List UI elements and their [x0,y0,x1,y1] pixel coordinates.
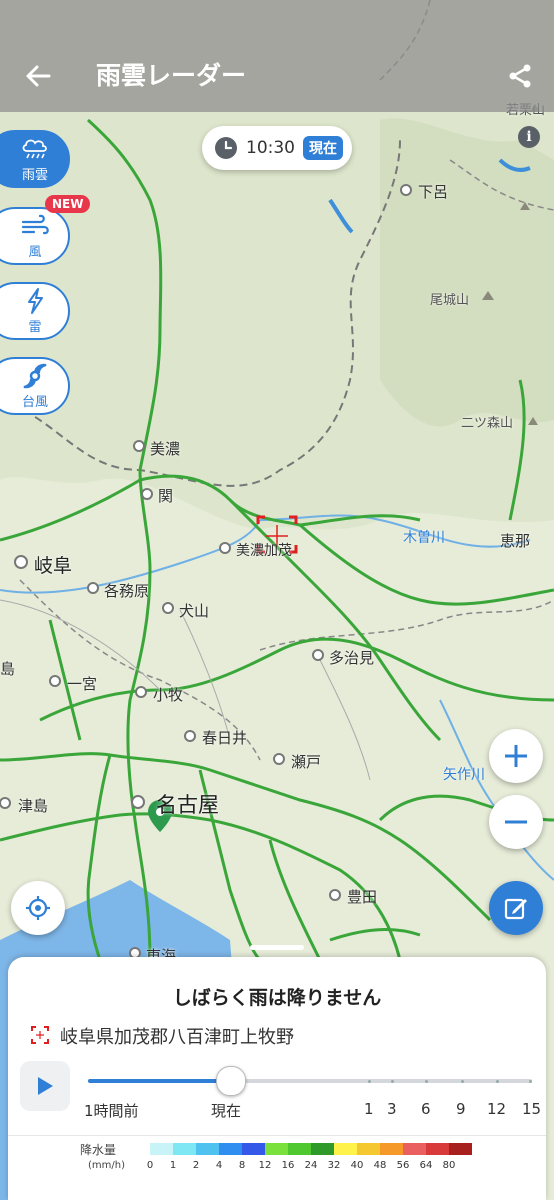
timeline-tick [368,1080,371,1083]
clock-icon [215,137,237,159]
legend-swatch [449,1143,472,1155]
layer-rain-button[interactable]: 雨雲 [0,130,70,188]
rain-cloud-icon [22,139,47,159]
play-button[interactable] [20,1061,70,1111]
legend-unit: (mm/h) [88,1160,125,1171]
legend-swatch [288,1143,311,1155]
legend-value: 0 [146,1160,154,1171]
current-location-button[interactable] [11,881,65,935]
legend-swatch [426,1143,449,1155]
timeline-label: 3 [387,1100,397,1118]
layer-lightning-label: 雷 [28,320,42,335]
sheet-drag-handle[interactable] [250,945,304,950]
legend-swatch [173,1143,196,1155]
timeline-label: 1 [364,1100,374,1118]
now-badge: 現在 [303,136,343,160]
timeline-label: 12 [487,1100,507,1118]
timeline-progress [88,1079,230,1083]
layer-rain-label: 雨雲 [21,168,48,183]
page-title: 雨雲レーダー [96,61,247,90]
info-button[interactable]: i [518,126,540,148]
share-icon [509,64,531,88]
edit-icon [504,898,527,920]
legend-values: 0 1 2 4 8 12 16 24 32 40 48 56 64 80 [138,1160,478,1174]
lightning-icon [28,288,43,314]
legend-swatch [334,1143,357,1155]
legend-value: 64 [419,1160,433,1171]
timeline-label: 6 [421,1100,431,1118]
precipitation-legend [150,1143,472,1155]
new-badge: NEW [45,195,91,213]
legend-value: 16 [281,1160,295,1171]
legend-value: 48 [373,1160,387,1171]
layer-lightning-button[interactable]: 雷 [0,282,70,340]
legend-value: 24 [304,1160,318,1171]
legend-value: 56 [396,1160,410,1171]
timeline-label: 9 [456,1100,466,1118]
legend-swatch [380,1143,403,1155]
legend-swatch [357,1143,380,1155]
minus-icon [505,820,527,824]
legend-value: 32 [327,1160,341,1171]
crosshair-icon [26,896,50,920]
timeline-label: 15 [522,1100,542,1118]
legend-swatch [311,1143,334,1155]
timeline-tick [425,1080,428,1083]
timeline-tick [529,1080,532,1083]
layer-wind-button[interactable]: 風 [0,207,70,265]
zoom-in-button[interactable] [489,729,543,783]
legend-swatch [196,1143,219,1155]
legend-value: 40 [350,1160,364,1171]
legend-value: 12 [258,1160,272,1171]
legend-swatch [265,1143,288,1155]
layer-wind-label: 風 [28,245,42,260]
legend-swatch [403,1143,426,1155]
zoom-out-button[interactable] [489,795,543,849]
play-icon [38,1077,53,1095]
timeline-label: 現在 [211,1102,242,1120]
target-marker-icon [31,1026,49,1044]
app-header: 雨雲レーダー [0,0,554,112]
timeline-thumb[interactable] [216,1066,246,1096]
timeline-label: 1時間前 [84,1102,139,1120]
edit-button[interactable] [489,881,543,935]
arrow-left-icon [26,65,51,87]
plus-icon [505,745,527,767]
timeline-tick [496,1080,499,1083]
legend-value: 1 [169,1160,177,1171]
timeline-tick [391,1080,394,1083]
layer-typhoon-label: 台風 [21,395,48,410]
legend-value: 80 [442,1160,456,1171]
legend-value: 8 [238,1160,246,1171]
share-button[interactable] [500,56,540,96]
legend-value: 4 [215,1160,223,1171]
forecast-headline: しばらく雨は降りません [172,987,382,1009]
layer-typhoon-button[interactable]: 台風 [0,357,70,415]
legend-swatch [150,1143,173,1155]
legend-value: 2 [192,1160,200,1171]
legend-swatch [219,1143,242,1155]
info-icon: i [526,129,532,145]
legend-title: 降水量 [80,1143,117,1157]
back-button[interactable] [18,56,58,96]
wind-icon [21,214,49,235]
legend-swatch [242,1143,265,1155]
timeline-tick [461,1080,464,1083]
time-value: 10:30 [246,138,295,158]
time-indicator[interactable]: 10:30 現在 [202,126,352,170]
typhoon-icon [23,363,47,389]
location-address: 岐阜県加茂郡八百津町上牧野 [60,1027,294,1048]
forecast-sheet: しばらく雨は降りません 岐阜県加茂郡八百津町上牧野 1時間前 現在 1 3 6 … [8,957,546,1200]
sheet-divider [8,1135,546,1136]
